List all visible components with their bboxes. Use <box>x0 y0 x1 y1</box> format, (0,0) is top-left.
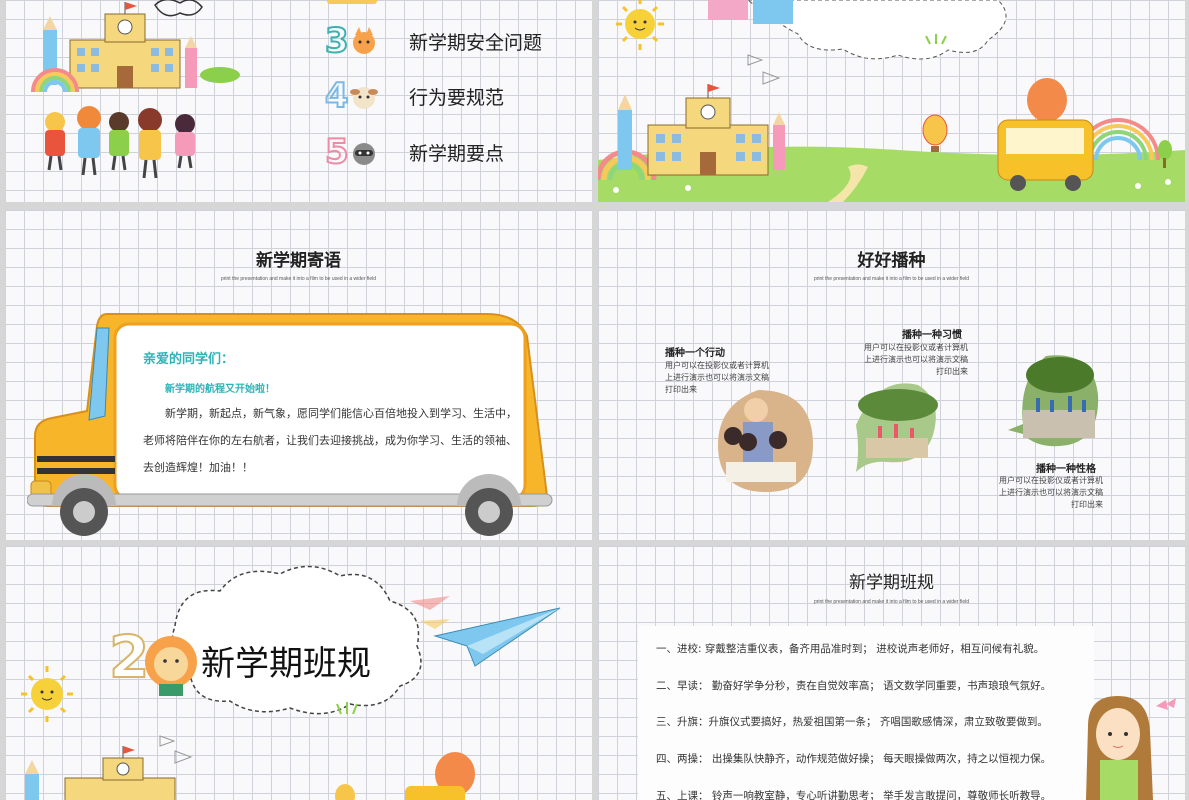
rule-2: 二、早读： 勤奋好学争分秒，责在自觉效率高； 语文数学同重要，书声琅琅气氛好。 <box>656 680 1052 692</box>
greeting: 亲爱的同学们： <box>143 352 235 367</box>
school-illustration <box>31 0 240 179</box>
slide-class-rules-cover[interactable]: 2 新学期班规 <box>5 546 592 800</box>
slide-sow-well[interactable]: 好好播种 print the presentation and make it … <box>598 210 1185 540</box>
toc-label: 新学期安全问题 <box>409 31 543 54</box>
rule-1: 一、进校: 穿戴整洁重仪表，备齐用品准时到； 进校说声老师好，相互问候有礼貌。 <box>656 643 1045 655</box>
sheep-icon <box>350 87 378 109</box>
rule-5: 五、上课： 铃声一响教室静，专心听讲勤思考； 举手发言敢提问，尊敬师长听教导。 <box>656 790 1052 800</box>
message-line-2: 老师将陪伴在你的左右航者，让我们去迎接挑战，成为你学习、生活的领袖、 <box>143 434 517 447</box>
message-line-1: 新学期，新起点，新气象，愿同学们能信心百倍地投入到学习、生活中， <box>165 407 517 420</box>
slide-new-term-message[interactable]: 新学期寄语 print the presentation and make it… <box>5 210 592 540</box>
seed-photos <box>718 355 1099 492</box>
toc-item-4[interactable]: 4 行为要规范 <box>324 75 505 117</box>
fox-icon <box>353 27 375 54</box>
toc-item-5[interactable]: 5 新学期要点 <box>324 131 505 173</box>
rule-3: 三、升旗：升旗仪式要搞好，热爱祖国第一条； 齐唱国歌感情深，肃立致敬要做到。 <box>656 716 1048 728</box>
section-number: 2 <box>108 623 150 691</box>
slide-class-rules[interactable]: 新学期班规 print the presentation and make it… <box>598 546 1185 800</box>
toc-label: 行为要规范 <box>409 86 505 109</box>
slide-cover[interactable] <box>598 0 1185 202</box>
toc-label: 新学期要点 <box>409 142 505 165</box>
toc-item-3[interactable]: 3 新学期安全问题 <box>324 20 543 62</box>
slide-toc[interactable]: 3 新学期安全问题 4 行为要规范 5 新学期要点 <box>5 0 592 202</box>
slide-subtitle: print the presentation and make it into … <box>220 276 377 282</box>
raccoon-icon <box>353 143 375 165</box>
rule-4: 四、两操： 出操集队快静齐，动作规范做好操； 每天眼操做两次，持之以恒视力保。 <box>656 753 1052 765</box>
cover-illustration <box>598 0 1185 202</box>
slide-title: 新学期寄语 <box>256 251 341 271</box>
number-5-badge: 5 <box>324 131 385 173</box>
number-3-badge: 3 <box>324 20 385 62</box>
highlight-line: 新学期的航程又开始啦！ <box>165 384 275 395</box>
number-4-badge: 4 <box>324 75 385 117</box>
girl-illustration <box>1086 696 1176 800</box>
toc-item-2-partial <box>327 0 377 4</box>
slide-title: 新学期班规 <box>849 573 934 593</box>
slide-subtitle: print the presentation and make it into … <box>813 599 970 605</box>
section-title: 新学期班规 <box>201 644 371 684</box>
message-line-3: 去创造辉煌！加油！！ <box>143 461 253 474</box>
sun-icon <box>616 0 664 50</box>
sun-icon <box>31 678 63 710</box>
